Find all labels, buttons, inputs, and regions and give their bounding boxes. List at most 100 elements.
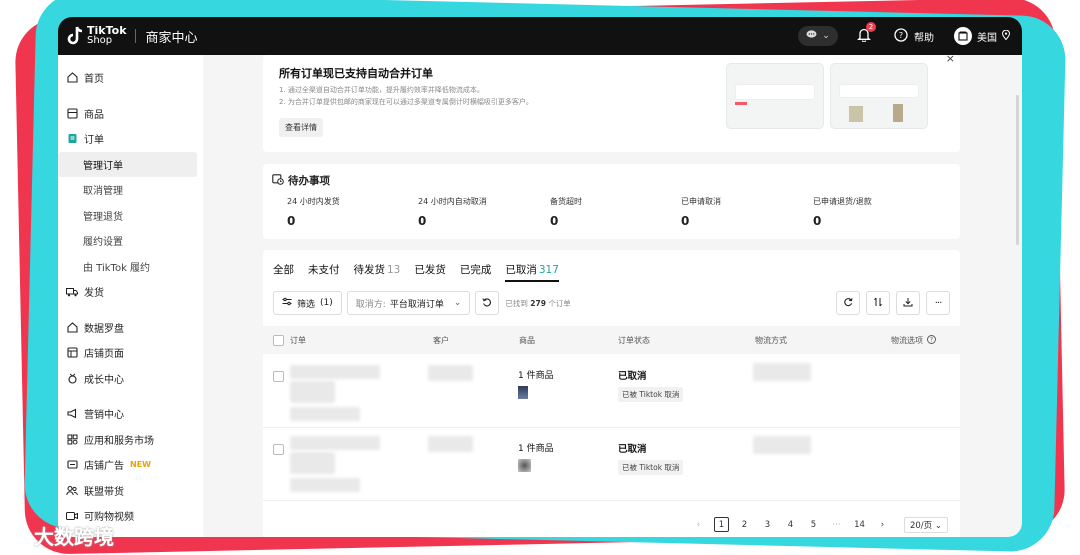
nav-affiliate[interactable]: 联盟带货: [58, 478, 203, 504]
todo-item-stock-overdue[interactable]: 备货超时 0: [550, 196, 582, 228]
nav-manage-returns[interactable]: 管理退货: [58, 203, 203, 229]
todo-item-return-requested[interactable]: 已申请退货/退款 0: [813, 196, 872, 228]
page-1[interactable]: 1: [713, 517, 729, 532]
page-size-select[interactable]: 20/页 ⌄: [903, 516, 948, 533]
store-avatar-icon: [954, 27, 972, 45]
page-ellipsis[interactable]: ···: [829, 517, 844, 532]
orders-panel: 全部 未支付 待发货 13 已发货 已完成 已取消 317 筛选 (1) 取消方: …: [263, 250, 960, 537]
nav-store-ads[interactable]: 店铺广告 NEW: [58, 452, 203, 478]
tab-to-ship[interactable]: 待发货 13: [354, 262, 401, 282]
tab-cancelled[interactable]: 已取消 317: [505, 262, 559, 282]
store-icon: [66, 347, 78, 359]
view-details-button[interactable]: 查看详情: [279, 118, 323, 137]
todo-value: 0: [681, 214, 690, 228]
row-checkbox[interactable]: [273, 444, 284, 455]
todo-label: 备货超时: [550, 197, 582, 206]
redacted-shipping: [753, 436, 811, 454]
nav-home[interactable]: 首页: [58, 65, 203, 91]
row-checkbox[interactable]: [273, 371, 284, 382]
region-label: 美国: [977, 32, 997, 44]
nav-shipping[interactable]: 发货: [58, 279, 203, 305]
page-14[interactable]: 14: [852, 517, 867, 532]
close-icon[interactable]: ×: [946, 52, 955, 65]
nav-fulfilled-by-tiktok[interactable]: 由 TikTok 履约: [58, 254, 203, 280]
nav-products[interactable]: 商品: [58, 101, 203, 127]
prev-page-icon[interactable]: ‹: [691, 517, 706, 532]
help-link[interactable]: ? 帮助: [894, 27, 934, 45]
compass-icon: [66, 321, 78, 333]
nav-orders[interactable]: 订单: [58, 126, 203, 152]
todo-value: 0: [813, 214, 822, 228]
svg-text:?: ?: [930, 337, 933, 344]
todo-title: 待办事项: [288, 175, 330, 187]
redacted-customer: [428, 365, 473, 381]
scrollbar[interactable]: [1016, 95, 1019, 245]
column-order: 订单: [290, 336, 306, 345]
nav-cancel-management[interactable]: 取消管理: [58, 177, 203, 203]
question-circle-icon[interactable]: ?: [927, 335, 936, 346]
product-thumbnail[interactable]: [518, 386, 528, 399]
page-5[interactable]: 5: [806, 517, 821, 532]
filter-sliders-icon: [282, 297, 292, 309]
todo-item-cancel-requested[interactable]: 已申请取消 0: [681, 196, 721, 228]
nav-growth-center[interactable]: 成长中心: [58, 366, 203, 392]
select-all-checkbox[interactable]: [273, 335, 284, 346]
sort-button[interactable]: [866, 291, 890, 315]
item-count: 1 件商品: [518, 444, 554, 454]
page-3[interactable]: 3: [760, 517, 775, 532]
banner-title: 所有订单现已支持自动合并订单: [279, 67, 433, 80]
todo-label: 已申请退货/退款: [813, 197, 872, 206]
medal-icon: [66, 372, 78, 384]
tab-all[interactable]: 全部: [273, 262, 294, 282]
users-icon: [66, 484, 78, 496]
filter-label: 筛选: [297, 299, 316, 310]
brand[interactable]: TikTok Shop 商家中心: [66, 25, 198, 47]
nav-fulfillment-settings[interactable]: 履约设置: [58, 228, 203, 254]
pagination: ‹ 1 2 3 4 5 ··· 14 › 20/页 ⌄: [263, 512, 960, 537]
order-status: 已取消: [618, 444, 647, 455]
todo-item-ship-24h[interactable]: 24 小时内发货 0: [287, 196, 340, 228]
filter-count: (1): [320, 298, 333, 308]
tab-unpaid[interactable]: 未支付: [308, 262, 340, 282]
product-thumbnail[interactable]: [518, 459, 531, 472]
export-button[interactable]: [896, 291, 920, 315]
page-2[interactable]: 2: [737, 517, 752, 532]
truck-icon: [66, 286, 78, 298]
region-selector[interactable]: 美国: [954, 27, 1011, 45]
refresh-icon: [843, 297, 853, 310]
app-title: 商家中心: [145, 30, 198, 46]
next-page-icon[interactable]: ›: [875, 517, 890, 532]
app-window: TikTok Shop 商家中心 ⌄ 2 ? 帮助 美国 首页 商品 订单 管理…: [58, 17, 1022, 537]
column-shipping-method: 物流方式: [755, 336, 787, 345]
refresh-button[interactable]: [836, 291, 860, 315]
reset-button[interactable]: [475, 291, 500, 315]
svg-text:?: ?: [899, 31, 903, 40]
nav-store-page[interactable]: 店铺页面: [58, 340, 203, 366]
location-pin-icon: [1001, 29, 1011, 43]
todo-label: 已申请取消: [681, 197, 721, 206]
watermark-text: 大数跨境: [34, 525, 114, 549]
top-bar: TikTok Shop 商家中心 ⌄ 2 ? 帮助 美国: [58, 17, 1022, 55]
column-shipping-option: 物流选项 ?: [891, 335, 936, 346]
notifications-button[interactable]: 2: [854, 22, 876, 46]
nav-data-compass[interactable]: 数据罗盘: [58, 315, 203, 341]
nav-products-label: 商品: [84, 109, 104, 121]
order-status-tabs: 全部 未支付 待发货 13 已发货 已完成 已取消 317: [273, 262, 559, 282]
page-4[interactable]: 4: [783, 517, 798, 532]
nav-marketing[interactable]: 营销中心: [58, 401, 203, 427]
todo-item-auto-cancel[interactable]: 24 小时内自动取消 0: [418, 196, 487, 228]
redacted-shipping: [753, 363, 811, 381]
nav-app-market[interactable]: 应用和服务市场: [58, 427, 203, 453]
tab-completed[interactable]: 已完成: [460, 262, 492, 282]
cancel-source-select[interactable]: 取消方: 平台取消订单 ⌄: [346, 291, 471, 315]
chat-button[interactable]: ⌄: [798, 26, 838, 46]
filter-button[interactable]: 筛选 (1): [273, 291, 342, 315]
todo-value: 0: [550, 214, 559, 228]
tab-shipped[interactable]: 已发货: [414, 262, 446, 282]
more-button[interactable]: ···: [926, 291, 950, 315]
table-row[interactable]: 1 件商品 已取消 已被 Tiktok 取消: [263, 428, 960, 501]
nav-manage-orders[interactable]: 管理订单: [58, 151, 197, 177]
redacted-order-id: [290, 365, 380, 379]
sort-arrows-icon: [873, 297, 883, 310]
table-row[interactable]: 1 件商品 已取消 已被 Tiktok 取消: [263, 355, 960, 428]
